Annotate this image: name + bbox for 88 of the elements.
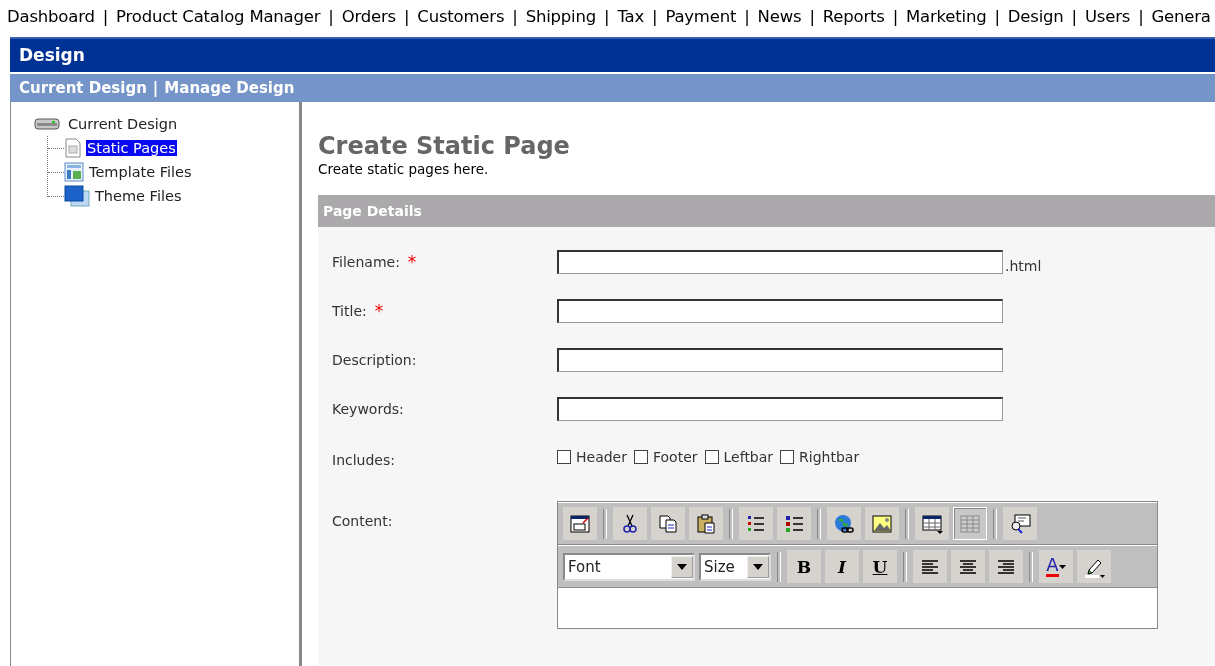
separator-text: | <box>403 7 410 26</box>
field-label: Description: <box>332 352 417 368</box>
toolbar-button[interactable] <box>951 550 985 583</box>
toolbar-button[interactable] <box>613 507 647 540</box>
separator-text: | <box>809 7 815 26</box>
toolbar-button[interactable] <box>689 507 723 540</box>
nav-link[interactable]: Customers <box>417 7 505 26</box>
nav-link[interactable]: Shipping <box>525 7 597 26</box>
paste-icon <box>695 512 717 535</box>
toolbar-button[interactable]: I <box>825 550 859 583</box>
drive-icon <box>34 118 60 130</box>
checkbox-box[interactable] <box>704 450 719 464</box>
toolbar-button[interactable]: A <box>1039 550 1073 583</box>
tree-item[interactable]: Theme Files <box>94 188 183 204</box>
toolbar-button[interactable] <box>1077 550 1111 583</box>
field-label: Content: <box>332 513 393 529</box>
nav-link[interactable]: Design <box>1007 7 1064 26</box>
separator-text: | <box>604 7 610 26</box>
checkbox-box[interactable] <box>634 450 648 464</box>
checkbox-box[interactable] <box>780 450 795 464</box>
panel-header: Page Details <box>318 195 1215 227</box>
magnifier-icon <box>1009 512 1031 535</box>
dropdown-arrow-icon <box>753 563 763 570</box>
toolbar-button[interactable]: B <box>787 550 821 583</box>
toolbar-button[interactable] <box>777 507 811 540</box>
toolbar-button[interactable] <box>913 550 947 583</box>
nav-link[interactable]: Marketing <box>906 7 987 26</box>
separator-text: | <box>102 7 109 26</box>
tree-item[interactable]: Current Design <box>67 116 179 132</box>
required-marker: * <box>374 301 384 321</box>
globe-link-icon <box>833 512 855 535</box>
table-dropdown-icon <box>921 512 943 535</box>
separator-text: | <box>1138 7 1144 26</box>
input-field[interactable] <box>557 397 1003 421</box>
toolbar-button[interactable] <box>739 507 773 540</box>
nav-link[interactable]: Dashboard <box>7 7 95 26</box>
separator-text: | <box>994 7 1000 26</box>
toolbar-button[interactable] <box>1003 507 1037 540</box>
input-field[interactable] <box>557 299 1003 323</box>
field-suffix: .html <box>1005 258 1042 274</box>
nav-link[interactable]: Product Catalog Manager <box>116 7 321 26</box>
table-icon <box>959 512 981 535</box>
required-marker: * <box>407 252 417 272</box>
input-field[interactable] <box>557 348 1003 372</box>
toolbar-button[interactable] <box>827 507 861 540</box>
theme-icon <box>64 185 90 207</box>
page-title: Create Static Page <box>318 131 571 161</box>
toolbar-button[interactable] <box>989 550 1023 583</box>
tree-item[interactable]: Template Files <box>88 164 193 180</box>
field-label: Keywords: <box>332 401 404 417</box>
separator-text: | <box>328 7 334 26</box>
nav-link[interactable]: Tax <box>617 7 644 26</box>
separator-text: | <box>512 7 518 26</box>
dropdown-arrow-icon <box>1058 564 1066 569</box>
page-subtitle: Create static pages here. <box>318 161 490 177</box>
copy-icon <box>657 512 679 535</box>
nav-link[interactable]: Payment <box>665 7 737 26</box>
separator-text: | <box>1071 7 1077 26</box>
nav-link[interactable]: News <box>757 7 802 26</box>
separator-text: | <box>652 7 658 26</box>
dropdown-field[interactable]: Font <box>563 552 695 581</box>
toolbar-button[interactable]: U <box>863 550 897 583</box>
dropdown-field[interactable]: Size <box>699 552 771 581</box>
field-label: Includes: <box>332 452 395 468</box>
nav-link[interactable]: Genera <box>1151 7 1211 26</box>
field-label: Title: <box>332 303 367 319</box>
tree-item[interactable]: Static Pages <box>86 140 177 156</box>
section-title-bar: Design <box>10 37 1215 72</box>
separator-text: | <box>152 78 159 99</box>
separator-text: | <box>744 7 750 26</box>
dropdown-arrow-icon <box>677 563 687 570</box>
checkbox[interactable]: Footer <box>634 449 698 465</box>
page-icon <box>64 138 82 158</box>
checkbox[interactable]: Header <box>557 449 627 465</box>
separator-text: | <box>892 7 898 26</box>
nav-link[interactable]: Reports <box>822 7 885 26</box>
toolbar-button[interactable] <box>915 507 949 540</box>
image-icon <box>871 512 893 535</box>
nav-link[interactable]: Users <box>1084 7 1131 26</box>
template-icon <box>64 162 84 182</box>
checkbox[interactable]: Leftbar <box>704 449 774 465</box>
field-label: Filename: <box>332 254 400 270</box>
checkbox[interactable]: Rightbar <box>780 449 860 465</box>
checkbox-box[interactable] <box>557 450 571 464</box>
input-field[interactable] <box>557 250 1003 274</box>
nav-link[interactable]: Orders <box>341 7 396 26</box>
window-icon <box>569 512 591 535</box>
toolbar-button[interactable] <box>563 507 597 540</box>
